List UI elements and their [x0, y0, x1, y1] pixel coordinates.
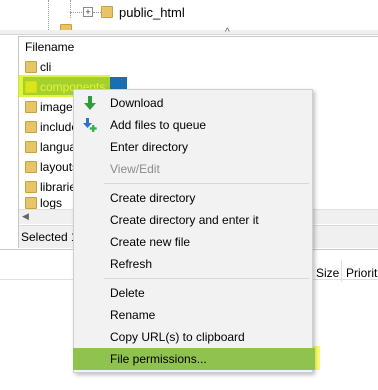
tree-item-public-html[interactable]: public_html: [119, 5, 185, 20]
menu-item-copy-url[interactable]: Copy URL(s) to clipboard: [74, 326, 312, 348]
menu-label: Create directory and enter it: [110, 213, 259, 227]
menu-item-delete[interactable]: Delete: [74, 282, 312, 304]
menu-label: Enter directory: [110, 140, 189, 154]
menu-item-file-permissions[interactable]: File permissions...: [73, 348, 315, 370]
column-divider[interactable]: [341, 260, 342, 282]
folder-icon: [25, 101, 37, 113]
folder-icon: [25, 141, 37, 153]
folder-icon: [25, 197, 37, 209]
menu-item-view-edit: View/Edit: [74, 158, 312, 180]
directory-tree: + public_html: [0, 0, 378, 30]
file-name: cli: [40, 60, 52, 74]
menu-item-download[interactable]: Download: [74, 92, 312, 114]
folder-icon: [101, 6, 113, 18]
menu-item-refresh[interactable]: Refresh: [74, 253, 312, 275]
menu-label: Download: [110, 96, 164, 110]
menu-label: Copy URL(s) to clipboard: [110, 330, 245, 344]
menu-item-create-directory[interactable]: Create directory: [74, 187, 312, 209]
add-to-queue-icon: [83, 118, 97, 132]
tree-guide-line: [48, 0, 49, 30]
menu-separator: [104, 183, 309, 184]
tree-guide-line: [70, 0, 71, 18]
file-name: logs: [40, 196, 63, 210]
folder-icon: [25, 161, 37, 173]
scroll-left-icon[interactable]: ◀: [22, 211, 29, 222]
menu-label: File permissions...: [110, 352, 207, 366]
column-header-priority[interactable]: Priorit: [346, 266, 377, 280]
menu-label: Delete: [110, 286, 145, 300]
download-arrow-icon: [84, 96, 96, 110]
column-header-filename[interactable]: Filename: [25, 40, 74, 54]
menu-label: View/Edit: [110, 162, 160, 176]
menu-item-create-directory-enter[interactable]: Create directory and enter it: [74, 209, 312, 231]
menu-separator: [104, 278, 309, 279]
menu-item-rename[interactable]: Rename: [74, 304, 312, 326]
menu-label: Add files to queue: [110, 118, 207, 132]
column-header-size[interactable]: Size: [316, 266, 339, 280]
tree-guide-line: [70, 12, 84, 13]
folder-icon: [25, 181, 37, 193]
menu-label: Refresh: [110, 257, 153, 271]
tree-expand-icon[interactable]: +: [83, 7, 93, 17]
menu-label: Create new file: [110, 235, 191, 249]
menu-item-add-to-queue[interactable]: Add files to queue: [74, 114, 312, 136]
menu-label: Rename: [110, 308, 156, 322]
pane-splitter[interactable]: [0, 30, 378, 35]
menu-item-enter-directory[interactable]: Enter directory: [74, 136, 312, 158]
menu-label: Create directory: [110, 191, 196, 205]
context-menu: Download Add files to queue Enter direct…: [73, 89, 315, 373]
folder-icon: [25, 61, 37, 73]
tree-guide-line: [93, 12, 101, 13]
list-item[interactable]: cli: [23, 57, 143, 77]
menu-item-create-new-file[interactable]: Create new file: [74, 231, 312, 253]
folder-icon: [25, 121, 37, 133]
